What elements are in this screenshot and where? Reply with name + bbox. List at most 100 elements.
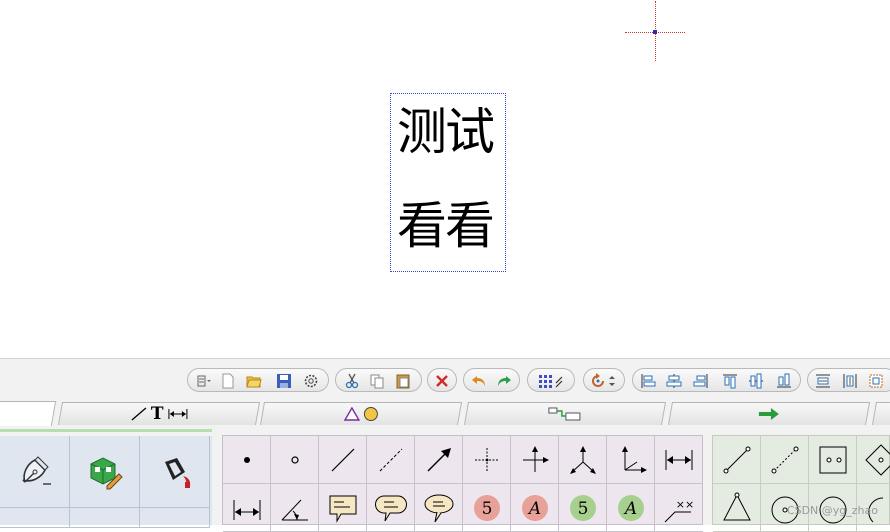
drawing-canvas[interactable]: 测试 看看 bbox=[0, 0, 890, 358]
badge-label-1: 5 bbox=[481, 499, 492, 519]
ellipse-callout-icon bbox=[424, 494, 453, 522]
hollow-point-tool[interactable] bbox=[271, 436, 319, 484]
letter-badge-green[interactable]: A bbox=[607, 484, 655, 532]
align-top-icon[interactable] bbox=[720, 371, 740, 391]
diamond-icon bbox=[865, 443, 890, 476]
distribute-v-icon[interactable] bbox=[840, 371, 860, 391]
arrow-line-tool[interactable] bbox=[415, 436, 463, 484]
align-left-icon[interactable] bbox=[638, 371, 658, 391]
pen-palette-cell-6[interactable] bbox=[140, 508, 210, 528]
circle-icon bbox=[363, 407, 378, 421]
square-tool[interactable] bbox=[809, 436, 857, 484]
pen-nib-icon bbox=[21, 455, 51, 485]
text-tool-label: T bbox=[150, 404, 164, 424]
cursor-crosshair bbox=[625, 1, 685, 61]
undo-icon[interactable] bbox=[469, 371, 489, 391]
number-badge-red[interactable]: 5 bbox=[463, 484, 511, 532]
arrow-line-icon bbox=[427, 447, 451, 471]
rotate-icon[interactable] bbox=[590, 371, 618, 391]
pen-palette-cell-4[interactable] bbox=[0, 508, 70, 528]
text-line-1: 测试 bbox=[397, 103, 495, 161]
tab-more[interactable] bbox=[871, 402, 890, 425]
redo-icon[interactable] bbox=[494, 371, 514, 391]
size-icon[interactable] bbox=[866, 371, 886, 391]
ellipse-callout-tool[interactable] bbox=[415, 484, 463, 532]
open-icon[interactable] bbox=[244, 371, 264, 391]
grid-snap-icon[interactable] bbox=[537, 371, 565, 391]
axes-3d-tool[interactable] bbox=[559, 436, 607, 484]
align-group bbox=[632, 368, 801, 392]
point-tool[interactable] bbox=[223, 436, 271, 484]
number-badge-red-icon: 5 bbox=[473, 494, 500, 521]
clipboard-group bbox=[335, 368, 422, 392]
solid-point-icon bbox=[243, 456, 250, 463]
triangle-points-icon bbox=[722, 492, 751, 520]
history-group bbox=[463, 368, 520, 392]
grid-group bbox=[527, 368, 575, 392]
h-dimension-tool[interactable] bbox=[223, 484, 271, 532]
axes-2d-icon bbox=[621, 445, 647, 473]
segment-two-points-tool[interactable] bbox=[713, 436, 761, 484]
selected-text-object[interactable]: 测试 看看 bbox=[390, 93, 506, 272]
primitive-palette: 5 A 5 A ×× bbox=[222, 435, 703, 532]
angle-icon bbox=[281, 499, 308, 520]
tab-line-text-dimension[interactable]: T bbox=[57, 402, 261, 425]
diamond-tool[interactable] bbox=[857, 436, 890, 484]
align-bottom-icon[interactable] bbox=[774, 371, 794, 391]
triangle-tool[interactable] bbox=[713, 484, 761, 532]
triangle-icon bbox=[343, 406, 360, 421]
settings-icon[interactable] bbox=[301, 371, 321, 391]
pen-palette-cell-5[interactable] bbox=[70, 508, 140, 528]
axes-2d-tool[interactable] bbox=[607, 436, 655, 484]
crosshair-icon bbox=[474, 447, 499, 472]
number-badge-green[interactable]: 5 bbox=[559, 484, 607, 532]
round-callout-icon bbox=[374, 495, 407, 521]
badge-label-3: 5 bbox=[577, 499, 588, 519]
segment-points-icon bbox=[723, 446, 750, 473]
distribute-h-icon[interactable] bbox=[813, 371, 833, 391]
pen-tool-button[interactable] bbox=[0, 436, 70, 508]
dimension-icon bbox=[167, 409, 187, 419]
align-middle-icon[interactable] bbox=[746, 371, 766, 391]
delete-group bbox=[427, 368, 457, 392]
tab-shapes[interactable] bbox=[259, 402, 463, 425]
dashed-line-tool[interactable] bbox=[367, 436, 415, 484]
view-menu-icon[interactable] bbox=[194, 371, 214, 391]
delete-icon[interactable] bbox=[432, 371, 452, 391]
paste-icon[interactable] bbox=[393, 371, 413, 391]
save-icon[interactable] bbox=[274, 371, 294, 391]
paint-button[interactable] bbox=[140, 436, 210, 508]
rect-callout-tool[interactable] bbox=[319, 484, 367, 532]
cut-icon[interactable] bbox=[342, 371, 362, 391]
dimension-tool[interactable] bbox=[655, 436, 703, 484]
tab-connectors[interactable] bbox=[463, 402, 667, 425]
tab-draw[interactable] bbox=[0, 401, 57, 426]
axes-3d-icon bbox=[569, 445, 596, 474]
watermark: CSDN @yg_zhao bbox=[786, 504, 878, 517]
round-callout-tool[interactable] bbox=[367, 484, 415, 532]
copy-icon[interactable] bbox=[367, 371, 387, 391]
block-edit-button[interactable] bbox=[70, 436, 140, 508]
palette-tabs: T bbox=[0, 400, 890, 426]
align-center-icon[interactable] bbox=[664, 371, 684, 391]
new-icon[interactable] bbox=[218, 371, 238, 391]
distribute-group bbox=[807, 368, 890, 392]
dashed-segment-points-tool[interactable] bbox=[761, 436, 809, 484]
letter-badge-green-icon: A bbox=[617, 494, 644, 521]
letter-badge-red[interactable]: A bbox=[511, 484, 559, 532]
rect-callout-icon bbox=[329, 495, 356, 523]
number-badge-green-icon: 5 bbox=[569, 494, 596, 521]
green-arrow-icon bbox=[758, 408, 779, 420]
badge-label-2: A bbox=[526, 499, 540, 519]
angle-tool[interactable] bbox=[271, 484, 319, 532]
weld-symbol-tool[interactable]: ×× bbox=[655, 484, 703, 532]
align-right-icon[interactable] bbox=[691, 371, 711, 391]
tab-arrows[interactable] bbox=[667, 402, 871, 425]
crosshair-point-tool[interactable] bbox=[463, 436, 511, 484]
file-group bbox=[187, 368, 329, 392]
line-tool[interactable] bbox=[319, 436, 367, 484]
tool-panel: T 5 A 5 A ×× CSDN @yg_zhao bbox=[0, 358, 890, 532]
axes-cross-tool[interactable] bbox=[511, 436, 559, 484]
rotate-group bbox=[583, 368, 625, 392]
cube-pencil-icon bbox=[90, 456, 123, 489]
